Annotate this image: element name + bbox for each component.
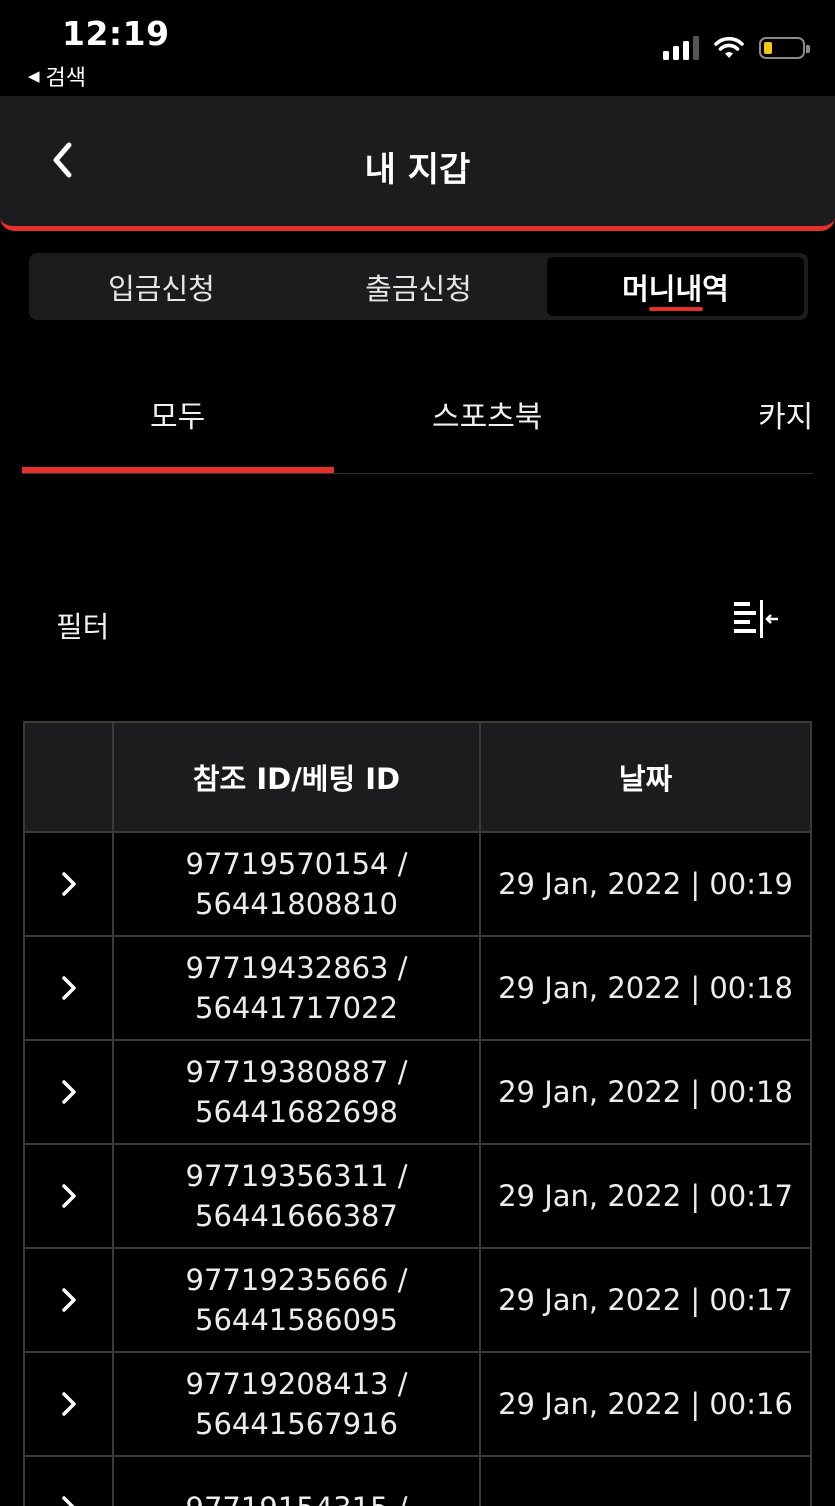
row-expand-button[interactable]	[23, 1353, 112, 1455]
filter-sort-icon[interactable]	[732, 598, 780, 642]
chevron-right-icon	[61, 1496, 74, 1506]
status-bar: 12:19 ◀ 검색	[0, 0, 835, 96]
date-cell: 29 Jan, 2022 | 00:19	[479, 833, 812, 935]
subtab-sportsbook[interactable]: 스포츠북	[432, 392, 542, 436]
ref-id-cell: 97719570154 / 56441808810	[112, 833, 479, 935]
table-row[interactable]: 97719432863 / 56441717022 29 Jan, 2022 | 0…	[23, 937, 812, 1041]
segment-withdraw-request[interactable]: 출금신청	[290, 257, 547, 316]
bet-id: 56441586095	[195, 1303, 398, 1337]
bet-id: 56441567916	[195, 1407, 398, 1441]
table-row[interactable]: 97719380887 / 56441682698 29 Jan, 2022 | 0…	[23, 1041, 812, 1145]
segment-money-history[interactable]: 머니내역	[547, 257, 804, 316]
chevron-right-icon	[61, 1288, 76, 1312]
ref-id-cell: 97719154315 /	[112, 1457, 479, 1506]
row-expand-button[interactable]	[23, 1249, 112, 1351]
table-row[interactable]: 97719154315 /	[23, 1457, 812, 1506]
table-row[interactable]: 97719570154 / 56441808810 29 Jan, 2022 | 0…	[23, 833, 812, 937]
header-date: 날짜	[479, 723, 812, 831]
row-expand-button[interactable]	[23, 1145, 112, 1247]
chevron-right-icon	[61, 976, 76, 1000]
date-cell	[479, 1457, 812, 1506]
bet-id: 56441682698	[195, 1095, 398, 1129]
battery-icon	[759, 37, 810, 59]
ref-id: 97719570154 /	[185, 847, 408, 881]
transactions-table: 참조 ID/베팅 ID 날짜 97719570154 / 56441808810 2…	[23, 721, 812, 1506]
header-ref-id: 참조 ID/베팅 ID	[112, 723, 479, 831]
date-cell: 29 Jan, 2022 | 00:16	[479, 1353, 812, 1455]
chevron-right-icon	[61, 1080, 76, 1104]
return-app-label: 검색	[45, 66, 87, 91]
back-triangle-icon: ◀	[28, 67, 40, 85]
bet-id: 56441808810	[195, 887, 398, 921]
screen: 12:19 ◀ 검색 내 지갑 입금신청 출금신청 머니내역 모두 스포츠북 카…	[0, 0, 835, 1506]
table-row[interactable]: 97719208413 / 56441567916 29 Jan, 2022 | 0…	[23, 1353, 812, 1457]
header-expand-col	[23, 723, 112, 831]
ref-id-cell: 97719208413 / 56441567916	[112, 1353, 479, 1455]
wifi-icon	[714, 36, 744, 58]
subtab-active-indicator	[22, 467, 334, 473]
date-cell: 29 Jan, 2022 | 00:17	[479, 1249, 812, 1351]
return-to-app-link[interactable]: ◀ 검색	[28, 60, 86, 92]
table-header-row: 참조 ID/베팅 ID 날짜	[23, 721, 812, 833]
date-cell: 29 Jan, 2022 | 00:18	[479, 937, 812, 1039]
ref-id: 97719432863 /	[185, 951, 408, 985]
ref-id-cell: 97719380887 / 56441682698	[112, 1041, 479, 1143]
segment-deposit-request[interactable]: 입금신청	[33, 257, 290, 316]
subtab-divider	[22, 473, 813, 474]
chevron-right-icon	[61, 1392, 76, 1416]
status-icons	[663, 36, 810, 60]
status-time: 12:19	[62, 14, 170, 53]
ref-id-cell: 97719235666 / 56441586095	[112, 1249, 479, 1351]
wallet-segmented-control: 입금신청 출금신청 머니내역	[29, 253, 808, 320]
ref-id-cell: 97719356311 / 56441666387	[112, 1145, 479, 1247]
app-header: 내 지갑	[0, 96, 835, 231]
page-title: 내 지갑	[364, 150, 471, 190]
row-expand-button[interactable]	[23, 833, 112, 935]
bet-id: 56441717022	[195, 991, 398, 1025]
date-cell: 29 Jan, 2022 | 00:17	[479, 1145, 812, 1247]
filter-label: 필터	[56, 610, 110, 644]
ref-id-cell: 97719432863 / 56441717022	[112, 937, 479, 1039]
row-expand-button[interactable]	[23, 937, 112, 1039]
bet-id: 56441666387	[195, 1199, 398, 1233]
ref-id: 97719154315 /	[186, 1488, 408, 1506]
cellular-signal-icon	[663, 36, 699, 60]
subtab-casino[interactable]: 카지	[758, 392, 813, 436]
subtab-all[interactable]: 모두	[150, 392, 205, 436]
ref-id: 97719208413 /	[185, 1367, 408, 1401]
history-subtabs: 모두 스포츠북 카지	[22, 370, 835, 474]
ref-id: 97719356311 /	[185, 1159, 408, 1193]
ref-id: 97719235666 /	[185, 1263, 408, 1297]
chevron-right-icon	[61, 872, 76, 896]
table-row[interactable]: 97719356311 / 56441666387 29 Jan, 2022 | 0…	[23, 1145, 812, 1249]
chevron-right-icon	[61, 1184, 76, 1208]
date-cell: 29 Jan, 2022 | 00:18	[479, 1041, 812, 1143]
ref-id: 97719380887 /	[185, 1055, 408, 1089]
table-row[interactable]: 97719235666 / 56441586095 29 Jan, 2022 | 0…	[23, 1249, 812, 1353]
row-expand-button[interactable]	[23, 1457, 112, 1506]
row-expand-button[interactable]	[23, 1041, 112, 1143]
